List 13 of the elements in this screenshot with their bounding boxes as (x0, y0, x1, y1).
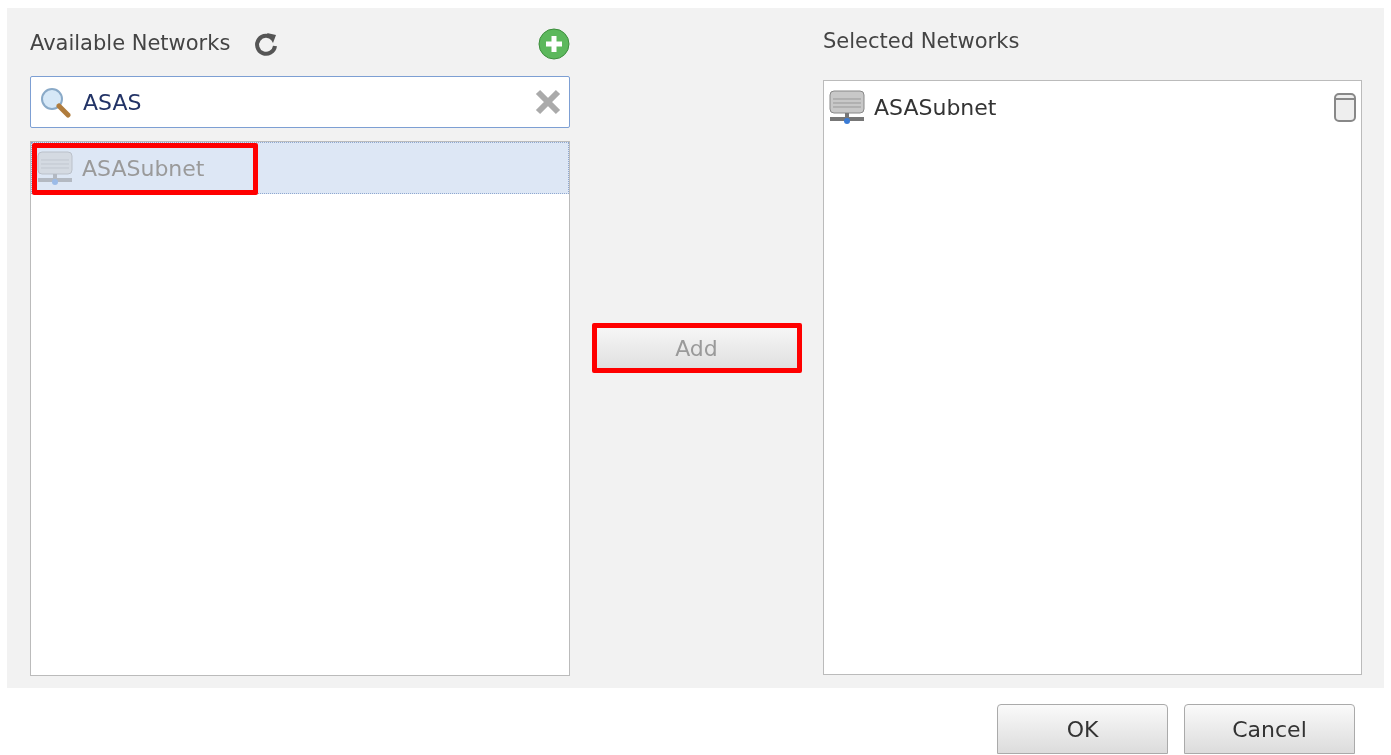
refresh-icon[interactable] (254, 31, 279, 57)
server-icon (828, 88, 866, 126)
search-icon (39, 86, 71, 118)
add-icon[interactable] (538, 28, 570, 60)
dialog-button[interactable]: Cancel (1184, 704, 1355, 754)
dialog-button[interactable]: OK (997, 704, 1168, 754)
search-field[interactable]: ASAS (30, 76, 570, 128)
panel-title: Selected Networks (823, 28, 1020, 56)
panel-title: Available Networks (30, 30, 231, 58)
network-row[interactable]: ASASubnet (824, 81, 1361, 133)
clear-icon[interactable] (535, 89, 561, 115)
trash-icon[interactable] (1333, 91, 1357, 123)
server-icon (36, 149, 74, 187)
